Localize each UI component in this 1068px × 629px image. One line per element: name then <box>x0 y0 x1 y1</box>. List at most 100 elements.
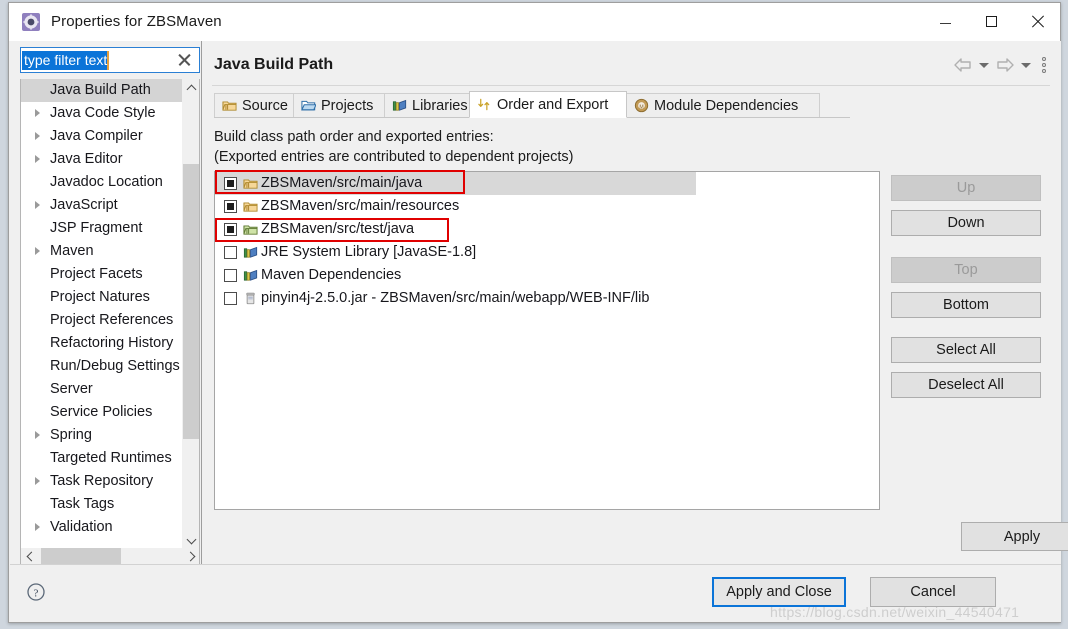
back-arrow-icon[interactable] <box>951 54 975 76</box>
entry-export-checkbox[interactable] <box>224 269 237 282</box>
apply-button[interactable]: Apply <box>961 522 1068 551</box>
tab-projects[interactable]: Projects <box>293 93 385 117</box>
sidebar-item-java-build-path[interactable]: Java Build Path <box>21 79 183 102</box>
filter-input[interactable]: type filter text <box>22 51 110 70</box>
entry-export-checkbox[interactable] <box>224 246 237 259</box>
tab-module-dependencies[interactable]: M Module Dependencies <box>626 93 820 117</box>
tab-source[interactable]: Source <box>214 93 294 117</box>
tab-order-and-export[interactable]: Order and Export <box>469 91 627 118</box>
svg-text:M: M <box>639 104 643 110</box>
sidebar-vertical-scrollbar[interactable] <box>182 79 199 549</box>
chevron-right-icon[interactable] <box>35 523 40 531</box>
deselect-all-button[interactable]: Deselect All <box>891 372 1041 398</box>
properties-dialog-window: Properties for ZBSMaven type filter text… <box>8 2 1068 623</box>
sidebar-item-java-code-style[interactable]: Java Code Style <box>21 102 183 125</box>
clear-filter-icon[interactable] <box>177 52 193 68</box>
svg-text:?: ? <box>34 588 39 600</box>
chevron-right-icon[interactable] <box>35 431 40 439</box>
sidebar-item-project-references[interactable]: Project References <box>21 309 183 332</box>
bottom-button[interactable]: Bottom <box>891 292 1041 318</box>
sidebar-item-label: Java Build Path <box>50 82 151 98</box>
sidebar-item-run-debug-settings[interactable]: Run/Debug Settings <box>21 355 183 378</box>
apply-and-close-button[interactable]: Apply and Close <box>712 577 846 607</box>
settings-tree-container: Java Build Path Java Code Style Java Compi… <box>20 79 200 566</box>
classpath-entry-row[interactable]: pinyin4j-2.5.0.jar - ZBSMaven/src/main/w… <box>215 287 879 310</box>
chevron-right-icon[interactable] <box>35 201 40 209</box>
sidebar-item-label: Java Editor <box>50 151 123 167</box>
chevron-right-icon[interactable] <box>35 132 40 140</box>
scroll-left-arrow-icon[interactable] <box>21 548 38 565</box>
order-export-arrows-icon <box>477 97 492 112</box>
help-icon[interactable]: ? <box>26 582 46 602</box>
classpath-entry-row[interactable]: ZBSMaven/src/main/java <box>215 172 696 195</box>
filter-input-container[interactable]: type filter text <box>20 47 200 73</box>
entry-export-checkbox[interactable] <box>224 292 237 305</box>
settings-tree[interactable]: Java Build Path Java Code Style Java Compi… <box>21 79 183 549</box>
sidebar-item-label: Project References <box>50 312 174 328</box>
sidebar-item-task-repository[interactable]: Task Repository <box>21 470 183 493</box>
sidebar-item-javascript[interactable]: JavaScript <box>21 194 183 217</box>
scroll-up-arrow-icon[interactable] <box>183 79 199 96</box>
sidebar-item-java-editor[interactable]: Java Editor <box>21 148 183 171</box>
eclipse-properties-icon <box>21 12 41 32</box>
classpath-entry-row[interactable]: Maven Dependencies <box>215 264 879 287</box>
sidebar-item-project-natures[interactable]: Project Natures <box>21 286 183 309</box>
sidebar-item-maven[interactable]: Maven <box>21 240 183 263</box>
minimize-button[interactable] <box>922 3 968 40</box>
source-folder-icon <box>243 176 258 191</box>
classpath-entries-list[interactable]: ZBSMaven/src/main/java ZBSMaven/src/main/… <box>214 171 880 510</box>
sidebar-item-spring[interactable]: Spring <box>21 424 183 447</box>
sidebar-item-java-compiler[interactable]: Java Compiler <box>21 125 183 148</box>
chevron-right-icon[interactable] <box>35 155 40 163</box>
library-books-icon <box>243 245 258 260</box>
title-bar: Properties for ZBSMaven <box>9 3 1060 41</box>
sidebar-item-service-policies[interactable]: Service Policies <box>21 401 183 424</box>
select-all-button[interactable]: Select All <box>891 337 1041 363</box>
sidebar-item-javadoc-location[interactable]: Javadoc Location <box>21 171 183 194</box>
chevron-right-icon[interactable] <box>35 477 40 485</box>
classpath-entry-row[interactable]: ZBSMaven/src/main/resources <box>215 195 879 218</box>
title-separator <box>212 85 1050 86</box>
description-block: Build class path order and exported entr… <box>214 127 574 167</box>
maximize-button[interactable] <box>968 3 1014 40</box>
back-history-chevron-down-icon[interactable] <box>975 54 993 76</box>
cancel-button[interactable]: Cancel <box>870 577 996 607</box>
forward-history-chevron-down-icon[interactable] <box>1017 54 1035 76</box>
maximize-icon <box>985 16 997 27</box>
classpath-entry-row[interactable]: ZBSMaven/src/test/java <box>215 218 879 241</box>
scroll-right-arrow-icon[interactable] <box>183 548 199 565</box>
view-menu-icon[interactable] <box>1035 54 1053 76</box>
down-button[interactable]: Down <box>891 210 1041 236</box>
tab-libraries[interactable]: Libraries <box>384 93 470 117</box>
sidebar-item-label: Targeted Runtimes <box>50 450 172 466</box>
sidebar-item-refactoring-history[interactable]: Refactoring History <box>21 332 183 355</box>
forward-arrow-icon[interactable] <box>993 54 1017 76</box>
module-circle-icon: M <box>634 98 649 113</box>
entry-export-checkbox[interactable] <box>224 223 237 236</box>
classpath-entry-row[interactable]: JRE System Library [JavaSE-1.8] <box>215 241 879 264</box>
description-line-2: (Exported entries are contributed to dep… <box>214 149 574 165</box>
sidebar-item-label: Javadoc Location <box>50 174 163 190</box>
horizontal-scrollbar-thumb[interactable] <box>41 548 121 565</box>
sidebar-horizontal-scrollbar[interactable] <box>21 548 199 565</box>
sidebar-item-label: Maven <box>50 243 94 259</box>
entry-export-checkbox[interactable] <box>224 200 237 213</box>
vertical-scrollbar-thumb[interactable] <box>183 164 199 439</box>
sidebar-item-server[interactable]: Server <box>21 378 183 401</box>
scroll-down-arrow-icon[interactable] <box>183 532 199 549</box>
tab-label: Libraries <box>412 97 468 114</box>
entry-export-checkbox[interactable] <box>224 177 237 190</box>
sidebar-item-targeted-runtimes[interactable]: Targeted Runtimes <box>21 447 183 470</box>
entry-label: pinyin4j-2.5.0.jar - ZBSMaven/src/main/w… <box>261 290 650 306</box>
entry-label: Maven Dependencies <box>261 267 402 283</box>
sidebar-item-project-facets[interactable]: Project Facets <box>21 263 183 286</box>
sidebar-item-task-tags[interactable]: Task Tags <box>21 493 183 516</box>
chevron-right-icon[interactable] <box>35 247 40 255</box>
source-folder-icon <box>243 199 258 214</box>
sidebar-item-validation[interactable]: Validation <box>21 516 183 539</box>
close-button[interactable] <box>1014 3 1060 40</box>
chevron-right-icon[interactable] <box>35 109 40 117</box>
sidebar-item-jsp-fragment[interactable]: JSP Fragment <box>21 217 183 240</box>
dialog-button-bar: ? Apply and Close Cancel <box>10 564 1061 622</box>
sidebar-item-label: Spring <box>50 427 92 443</box>
